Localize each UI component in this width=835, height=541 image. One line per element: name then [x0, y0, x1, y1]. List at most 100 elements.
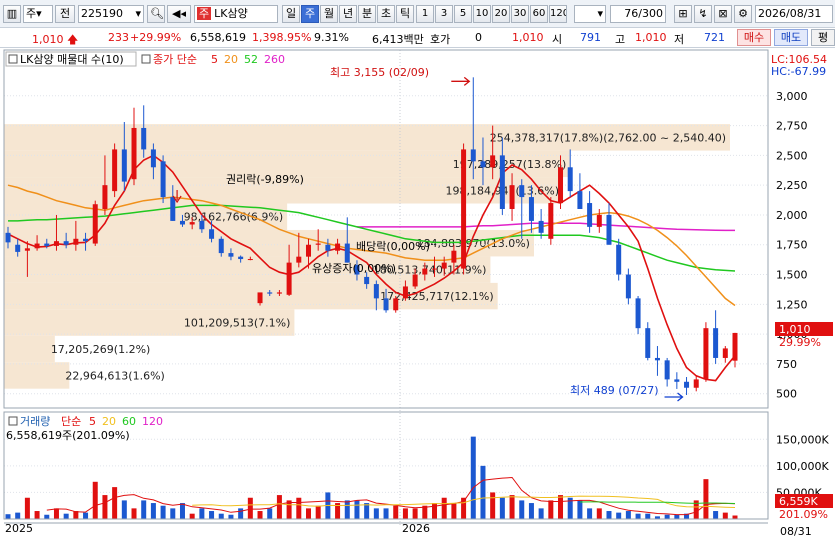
candle-body	[218, 238, 224, 254]
candle-body	[684, 381, 690, 388]
volume-bar	[209, 511, 215, 519]
bid-value: 0	[475, 31, 482, 44]
volume-bar	[276, 495, 282, 519]
volume-bar	[635, 513, 641, 519]
interval-button-60[interactable]: 60	[530, 5, 548, 23]
period-tab-5[interactable]: 초	[377, 5, 395, 23]
candle-body	[53, 241, 59, 246]
period-tab-4[interactable]: 분	[358, 5, 376, 23]
candle-body	[713, 328, 719, 358]
candle-body	[24, 248, 30, 251]
candle-body	[247, 259, 253, 261]
sell-button[interactable]: 매도	[774, 29, 808, 46]
volume-bar	[24, 497, 30, 519]
chart-tool-icon[interactable]: ↯	[694, 5, 712, 23]
candle-body	[538, 220, 544, 233]
volume-ma-period-60: 60	[122, 415, 136, 428]
volume-bar	[703, 479, 709, 519]
volume-bar	[558, 495, 564, 519]
candle-body	[15, 244, 21, 252]
interval-button-3[interactable]: 3	[435, 5, 453, 23]
mode-select[interactable]: 주▾	[23, 5, 53, 23]
prev-button[interactable]: 전	[55, 5, 75, 23]
count-total: /300	[638, 7, 663, 20]
volume-bar	[44, 514, 50, 519]
current-price-value: 1,010	[32, 33, 64, 46]
chevron-down-icon: ▾	[597, 7, 603, 20]
stock-code-input[interactable]: 225190 ▾	[78, 5, 144, 23]
volume-bar	[53, 508, 59, 519]
stock-chart[interactable]: 254,378,317(17.8%)(2,762.00 ~ 2,540.40) 1…	[0, 48, 835, 541]
volume-bar	[199, 508, 205, 519]
period-tab-2[interactable]: 월	[320, 5, 338, 23]
volume-ratio: 1,398.95%	[252, 31, 312, 44]
x-label-2025: 2025	[5, 522, 33, 535]
low-annotation: 최저 489 (07/27)	[570, 384, 659, 397]
volume-bar	[305, 508, 311, 519]
candle-body	[548, 203, 554, 239]
volume-ma5-line	[46, 476, 736, 516]
volume-bar	[354, 500, 360, 519]
candle-body	[451, 250, 457, 263]
crosshair-icon[interactable]: ⊠	[714, 5, 732, 23]
interval-button-120[interactable]: 120	[549, 5, 567, 23]
price-tick-label: 1,750	[776, 239, 808, 252]
volume-ma-period-5: 5	[89, 415, 96, 428]
volume-bar	[170, 508, 176, 519]
candle-body	[528, 197, 534, 221]
interval-button-5[interactable]: 5	[454, 5, 472, 23]
candle-body	[519, 185, 525, 198]
window-layout-icon[interactable]: ▥	[3, 5, 21, 23]
period-tab-3[interactable]: 년	[339, 5, 357, 23]
interval-dropdown[interactable]: ▾	[574, 5, 606, 23]
candle-body	[199, 220, 205, 230]
period-tab-0[interactable]: 일	[282, 5, 300, 23]
candle-body	[131, 127, 137, 180]
checkbox-icon[interactable]	[8, 416, 18, 426]
interval-button-10[interactable]: 10	[473, 5, 491, 23]
candle-body	[276, 292, 282, 294]
volume-profile-label: 254,378,317(17.8%)(2,762.00 ~ 2,540.40)	[490, 131, 726, 144]
candle-body	[499, 155, 505, 209]
stock-name-field[interactable]: 주 LK삼양	[194, 5, 278, 23]
average-button[interactable]: 평	[811, 29, 835, 46]
candle-body	[150, 149, 156, 168]
interval-button-1[interactable]: 1	[416, 5, 434, 23]
count-input[interactable]: 76/300	[610, 5, 666, 23]
interval-button-20[interactable]: 20	[492, 5, 510, 23]
date-input[interactable]: 2026/08/31	[755, 5, 833, 23]
volume-tick-label: 150,000K	[776, 433, 829, 446]
chart-settings-icon[interactable]: ⊞	[674, 5, 692, 23]
candle-body	[393, 298, 399, 311]
up-arrow-icon: 🡅	[67, 33, 79, 46]
volume-profile-label: 98,162,766(6.9%)	[184, 211, 284, 224]
volume-profile-label: 22,964,613(1.6%)	[65, 369, 165, 382]
interval-button-30[interactable]: 30	[511, 5, 529, 23]
ma-period-20: 20	[224, 53, 238, 66]
search-icon[interactable]: 🔍︎	[147, 5, 165, 23]
checkbox-icon[interactable]	[141, 54, 151, 64]
volume-bar	[393, 505, 399, 519]
candle-body	[160, 161, 166, 198]
period-tab-6[interactable]: 틱	[396, 5, 414, 23]
paidin-annotation: 유상증자(0,00%)	[312, 262, 396, 275]
volume-bar	[383, 508, 389, 519]
speaker-icon[interactable]: ◀◂	[167, 5, 191, 23]
gear-icon[interactable]: ⚙	[734, 5, 752, 23]
candle-body	[732, 332, 738, 361]
candle-body	[296, 256, 302, 263]
volume-bar	[63, 513, 69, 519]
candle-body	[432, 268, 438, 270]
checkbox-icon[interactable]	[8, 54, 18, 64]
volume-profile-label: 101,209,513(7.1%)	[184, 317, 291, 330]
volume-bar	[402, 508, 408, 519]
buy-button[interactable]: 매수	[737, 29, 771, 46]
stock-name: LK삼양	[214, 7, 248, 20]
candle-body	[73, 238, 79, 245]
period-tab-1[interactable]: 주	[301, 5, 319, 23]
volume-bar	[238, 508, 244, 519]
volume-bar	[189, 513, 195, 519]
price-change: 233	[108, 31, 129, 44]
volume-bar	[179, 503, 185, 519]
candle-body	[5, 232, 11, 243]
